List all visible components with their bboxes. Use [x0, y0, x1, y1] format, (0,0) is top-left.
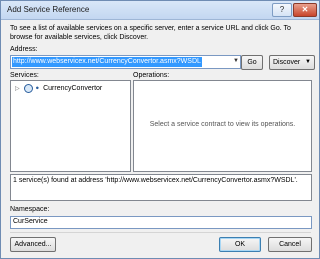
operations-label: Operations: — [133, 72, 170, 79]
plug-icon: ● — [35, 85, 40, 92]
cancel-button[interactable]: Cancel — [268, 237, 312, 252]
tree-item-currencyconvertor[interactable]: ▷ ● CurrencyConvertor — [15, 84, 102, 93]
namespace-input[interactable]: CurService — [10, 216, 312, 229]
advanced-button[interactable]: Advanced... — [10, 237, 56, 252]
services-label: Services: — [10, 72, 39, 79]
chevron-down-icon: ▼ — [305, 59, 311, 65]
divider — [10, 232, 311, 233]
chevron-down-icon[interactable]: ▼ — [233, 58, 239, 64]
tree-item-label: CurrencyConvertor — [43, 85, 103, 92]
address-label: Address: — [10, 46, 38, 53]
status-text: 1 service(s) found at address 'http://ww… — [13, 177, 298, 184]
title-bar: Add Service Reference ? ✕ — [1, 1, 319, 20]
help-button[interactable]: ? — [272, 3, 292, 17]
instructions-text: To see a list of available services on a… — [10, 25, 291, 41]
ok-button[interactable]: OK — [219, 237, 261, 252]
services-tree[interactable]: ▷ ● CurrencyConvertor — [10, 80, 131, 172]
namespace-label: Namespace: — [10, 206, 50, 213]
status-box: 1 service(s) found at address 'http://ww… — [10, 174, 312, 201]
namespace-value[interactable]: CurService — [13, 218, 48, 225]
add-service-reference-dialog: Add Service Reference ? ✕ To see a list … — [0, 0, 320, 259]
address-value[interactable]: http://www.webservicex.net/CurrencyConve… — [12, 57, 202, 67]
go-button[interactable]: Go — [241, 55, 263, 70]
service-icon — [23, 84, 33, 93]
operations-panel[interactable]: Select a service contract to view its op… — [133, 80, 312, 172]
dialog-title: Add Service Reference — [7, 5, 90, 14]
operations-placeholder: Select a service contract to view its op… — [149, 121, 296, 128]
discover-label: Discover — [273, 59, 301, 66]
address-combobox[interactable]: http://www.webservicex.net/CurrencyConve… — [10, 55, 241, 69]
expand-arrow-icon[interactable]: ▷ — [15, 86, 20, 92]
close-button[interactable]: ✕ — [293, 3, 317, 17]
discover-button[interactable]: Discover ▼ — [269, 55, 315, 70]
